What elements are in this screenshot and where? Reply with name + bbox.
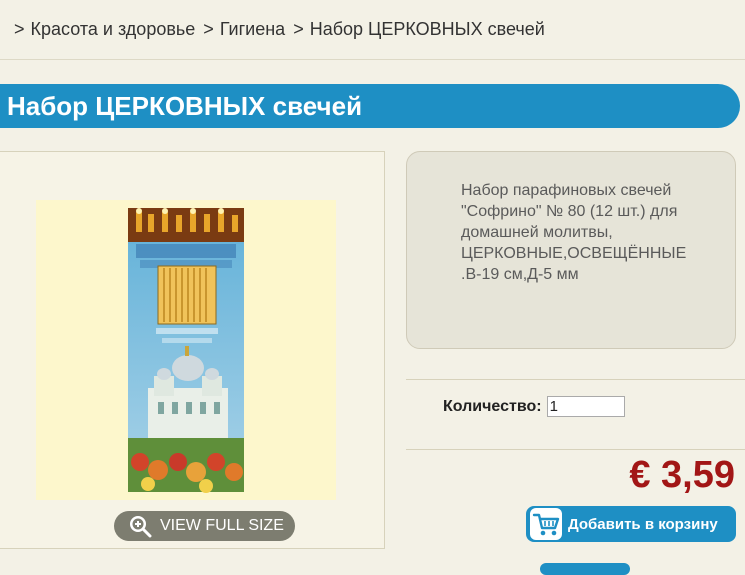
breadcrumb-current-label: Набор ЦЕРКОВНЫХ свечей <box>309 19 545 39</box>
description-line: .В-19 см,Д-5 мм <box>461 266 579 283</box>
breadcrumb: > Красота и здоровье > Гигиена > Набор ЦЕРК… <box>0 0 745 60</box>
quantity-row: Количество: <box>443 396 625 417</box>
description-line: домашней молитвы, <box>461 224 613 241</box>
breadcrumb-item-beauty[interactable]: > Красота и здоровье <box>14 19 195 40</box>
description-line: ЦЕРКОВНЫЕ,ОСВЕЩЁННЫЕ <box>461 245 687 262</box>
description-line: Набор парафиновых свечей <box>461 182 672 199</box>
quantity-input[interactable] <box>546 396 625 417</box>
view-full-size-label: VIEW FULL SIZE <box>160 517 284 534</box>
breadcrumb-link-beauty[interactable]: Красота и здоровье <box>31 19 196 39</box>
divider <box>406 449 745 450</box>
breadcrumb-link-hygiene[interactable]: Гигиена <box>220 19 285 39</box>
breadcrumb-separator: > <box>293 19 304 39</box>
add-to-cart-button[interactable]: Добавить в корзину <box>526 506 736 542</box>
view-full-size-button[interactable]: VIEW FULL SIZE <box>114 511 295 541</box>
product-image-panel: VIEW FULL SIZE <box>0 151 385 549</box>
product-price: € 3,59 <box>629 454 735 496</box>
breadcrumb-item-current: > Набор ЦЕРКОВНЫХ свечей <box>293 19 545 40</box>
description-line: "Софрино" № 80 (12 шт.) для <box>461 203 678 220</box>
product-image[interactable] <box>36 200 336 500</box>
breadcrumb-separator: > <box>203 19 214 39</box>
product-title-bar: Набор ЦЕРКОВНЫХ свечей <box>0 84 740 128</box>
candle-box-image <box>128 208 244 493</box>
page-title: Набор ЦЕРКОВНЫХ свечей <box>7 90 363 121</box>
partially-visible-button[interactable] <box>540 563 630 575</box>
zoom-in-icon <box>128 514 152 538</box>
add-to-cart-label: Добавить в корзину <box>568 515 718 533</box>
divider <box>406 379 745 380</box>
product-description: Набор парафиновых свечей "Софрино" № 80 … <box>406 151 736 349</box>
quantity-label: Количество: <box>443 397 542 415</box>
shopping-cart-icon <box>530 508 562 540</box>
breadcrumb-item-hygiene[interactable]: > Гигиена <box>203 19 285 40</box>
breadcrumb-separator: > <box>14 19 25 39</box>
